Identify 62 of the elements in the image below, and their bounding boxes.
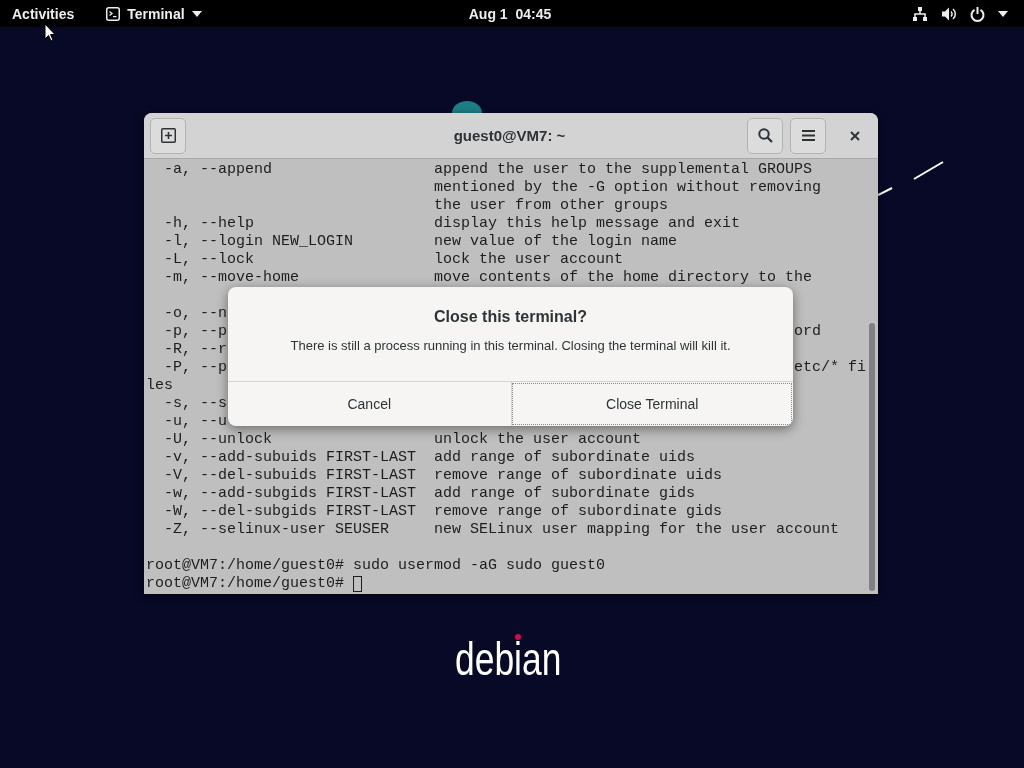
option-description: mentioned by the -G option without removing (434, 179, 822, 197)
shell-prompt: root@VM7:/home/guest0# (146, 557, 345, 575)
option-label: -V, --del-subuids FIRST-LAST (164, 467, 417, 485)
dialog-title: Close this terminal? (434, 307, 587, 327)
caret-icon (191, 10, 202, 17)
option-label: -U, --unlock (164, 431, 273, 449)
wrapped-text: les (146, 377, 173, 394)
clock[interactable]: Aug 1 04:45 (468, 5, 552, 22)
close-icon (850, 130, 860, 141)
option-description: move contents of the home directory to the (434, 269, 813, 287)
option-label: -w, --add-subgids FIRST-LAST (164, 485, 417, 503)
terminal-icon (106, 6, 121, 21)
option-description: lock the user account (434, 251, 624, 269)
option-description: new value of the login name (434, 233, 678, 251)
option-description: ord (794, 323, 821, 341)
dialog-message: There is still a process running in this terminal. Closing the terminal will kill it. (289, 337, 732, 355)
option-label: -Z, --selinux-user SEUSER (164, 521, 390, 539)
option-label: -p, --p (164, 323, 227, 341)
window-title: guest0@VM7: ~ (453, 127, 566, 144)
volume-icon[interactable] (941, 5, 957, 22)
menu-icon (801, 130, 815, 141)
option-description: etc/* fi (794, 359, 866, 377)
dialog-button[interactable]: Cancel (228, 382, 511, 426)
option-description: unlock the user account (434, 431, 642, 449)
logo-text: debian (455, 640, 562, 680)
activities-button[interactable]: Activities (12, 5, 75, 22)
option-label: -L, --lock (164, 251, 254, 269)
option-label: -R, --r (164, 341, 227, 359)
option-label: -o, --n (164, 305, 227, 323)
option-label: -u, --u (164, 413, 227, 431)
option-label: -l, --login NEW_LOGIN (164, 233, 354, 251)
option-label: -v, --add-subuids FIRST-LAST (164, 449, 417, 467)
option-label: -W, --del-subgids FIRST-LAST (164, 503, 417, 521)
new-tab-button[interactable] (150, 117, 186, 154)
network-icon[interactable] (912, 5, 928, 22)
option-description: append the user to the supplemental GROUPS (434, 161, 813, 179)
option-label: -m, --move-home (164, 269, 300, 287)
glow-drawing (452, 100, 482, 113)
option-description: add range of subordinate gids (434, 485, 696, 503)
shell-prompt: root@VM7:/home/guest0# (146, 575, 345, 593)
caret-icon[interactable] (998, 10, 1008, 17)
light-streak-drawing (878, 160, 944, 196)
command-text: sudo usermod -aG sudo guest0 (353, 557, 606, 575)
option-label: -s, --s (164, 395, 227, 413)
option-description: display this help message and exit (434, 215, 741, 233)
menu-button[interactable] (790, 117, 826, 154)
option-label: -h, --help (164, 215, 254, 233)
dialog-button[interactable]: Close Terminal (510, 382, 793, 426)
option-label: -a, --append (164, 161, 273, 179)
app-menu[interactable]: Terminal (106, 5, 202, 22)
square-plus-icon (160, 128, 176, 143)
option-description: add range of subordinate uids (434, 449, 696, 467)
power-icon[interactable] (970, 5, 985, 22)
search-icon (757, 128, 773, 143)
option-label: -P, --p (164, 359, 227, 377)
option-description: the user from other groups (434, 197, 669, 215)
logo-dot-icon (515, 634, 521, 640)
scrollbar-thumb[interactable] (869, 323, 875, 591)
option-description: remove range of subordinate gids (434, 503, 723, 521)
option-description: new SELinux user mapping for the user account (434, 521, 840, 539)
option-description: remove range of subordinate uids (434, 467, 723, 485)
search-button[interactable] (747, 117, 783, 154)
